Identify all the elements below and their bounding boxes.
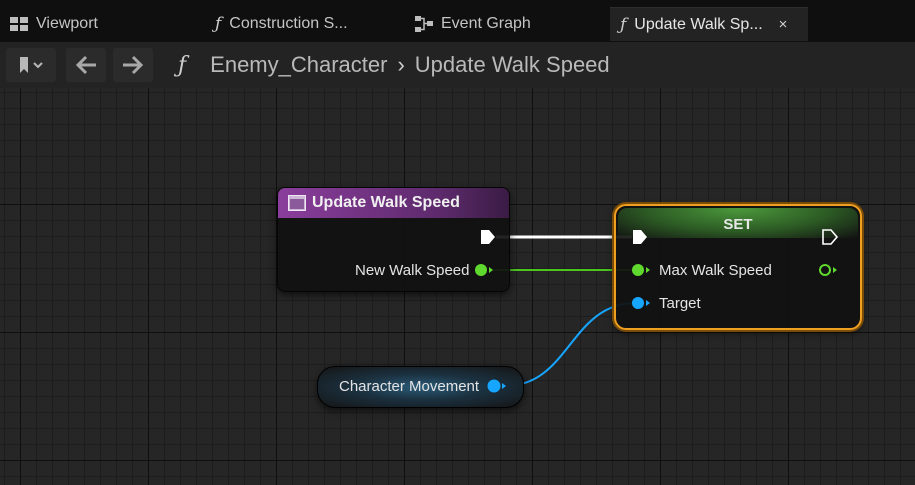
function-icon: ƒ (215, 14, 222, 34)
tab-viewport[interactable]: Viewport (0, 7, 200, 41)
breadcrumb-function[interactable]: Update Walk Speed (415, 52, 610, 78)
function-entry-title-text: Update Walk Speed (312, 194, 460, 211)
viewport-icon (10, 17, 28, 31)
back-button[interactable] (66, 48, 106, 82)
tab-update-walk-speed[interactable]: ƒ Update Walk Sp... × (610, 7, 808, 41)
function-icon: ƒ (178, 52, 187, 78)
breadcrumb-separator: › (397, 52, 405, 77)
bookmark-dropdown-button[interactable] (6, 48, 56, 82)
set-exec-out-pin[interactable] (821, 228, 839, 246)
function-icon: ƒ (620, 14, 627, 35)
forward-button[interactable] (113, 48, 153, 82)
tab-event-graph[interactable]: Event Graph (405, 7, 605, 41)
bookmark-icon (20, 57, 43, 73)
pin-label-target: Target (659, 295, 701, 312)
function-entry-title: Update Walk Speed (278, 188, 509, 218)
new-walk-speed-pin[interactable] (474, 263, 494, 277)
arrow-left-icon (75, 55, 96, 75)
close-icon[interactable]: × (779, 16, 788, 33)
event-graph-icon (415, 16, 433, 32)
breadcrumb: ƒ Enemy_Character › Update Walk Speed (178, 48, 610, 82)
target-in-pin[interactable] (631, 296, 651, 310)
tab-event-graph-label: Event Graph (441, 15, 531, 32)
character-movement-label: Character Movement (339, 378, 480, 395)
tab-update-walk-speed-label: Update Walk Sp... (634, 15, 763, 33)
max-walk-speed-out-pin[interactable] (818, 263, 838, 277)
tab-construction-script[interactable]: ƒ Construction S... (205, 7, 405, 41)
breadcrumb-blueprint[interactable]: Enemy_Character (210, 52, 387, 78)
pin-label-new-walk-speed: New Walk Speed (355, 262, 470, 279)
tab-construction-label: Construction S... (229, 15, 348, 32)
pin-label-max-walk-speed: Max Walk Speed (659, 262, 772, 279)
character-movement-out-pin[interactable] (486, 379, 506, 393)
max-walk-speed-in-pin[interactable] (631, 263, 651, 277)
tab-bar: Viewport ƒ Construction S... Event Graph… (0, 0, 915, 42)
exec-out-pin[interactable] (479, 228, 497, 246)
arrow-right-icon (123, 55, 144, 75)
set-exec-in-pin[interactable] (631, 228, 649, 246)
tab-viewport-label: Viewport (36, 15, 98, 32)
graph-toolbar: ƒ Enemy_Character › Update Walk Speed (0, 42, 915, 88)
function-entry-icon (288, 195, 306, 211)
